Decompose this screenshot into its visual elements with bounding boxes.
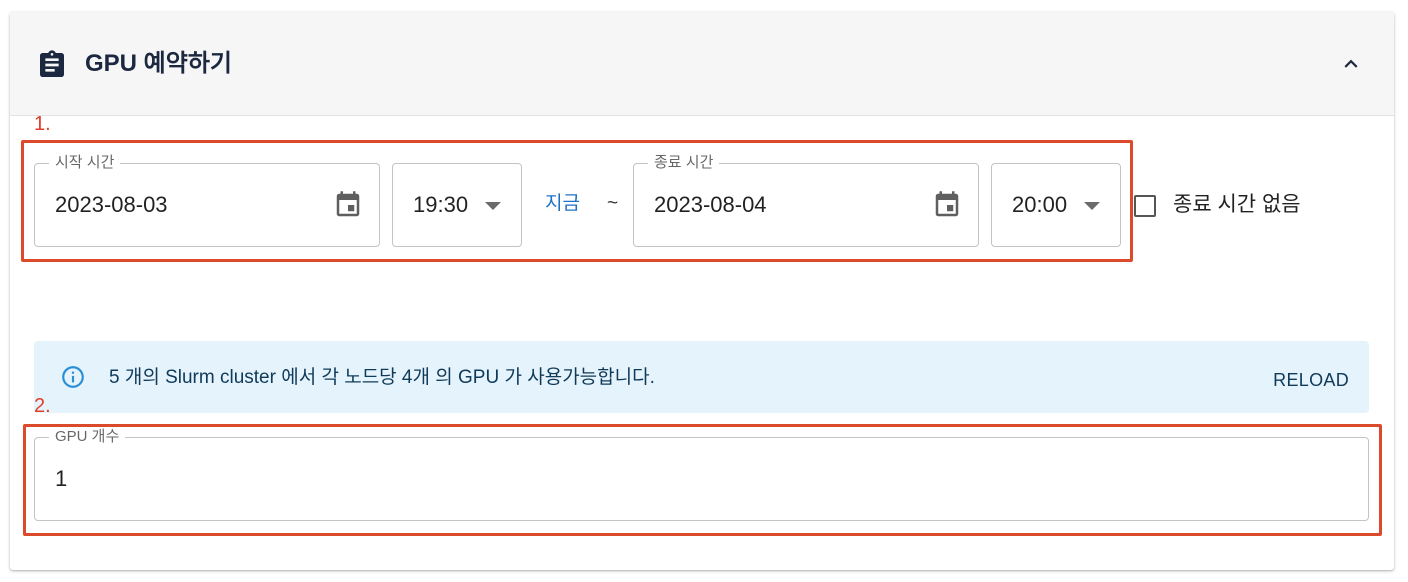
step-marker-1: 1. <box>34 113 51 135</box>
no-end-time-checkbox[interactable] <box>1134 195 1156 217</box>
start-date-value: 2023-08-03 <box>55 192 168 217</box>
page-title: GPU 예약하기 <box>85 50 232 77</box>
chevron-up-icon <box>1344 59 1358 68</box>
range-separator: ~ <box>607 193 619 214</box>
alert-message: 5 개의 Slurm cluster 에서 각 노드당 4개 의 GPU 가 사… <box>109 367 655 388</box>
gpu-count-field[interactable]: GPU 개수 1 <box>34 428 1369 521</box>
collapse-button[interactable] <box>1334 47 1368 81</box>
reload-button[interactable]: RELOAD <box>1273 368 1349 392</box>
end-date-value: 2023-08-04 <box>654 192 767 217</box>
end-time-value: 20:00 <box>1012 192 1068 217</box>
info-alert: 5 개의 Slurm cluster 에서 각 노드당 4개 의 GPU 가 사… <box>34 341 1369 413</box>
now-button[interactable]: 지금 <box>545 192 580 216</box>
end-date-label: 종료 시간 <box>648 154 720 172</box>
no-end-time-label[interactable]: 종료 시간 없음 <box>1173 192 1301 218</box>
start-time-select[interactable]: 19:30 <box>392 163 522 247</box>
info-icon <box>62 366 84 388</box>
end-time-select[interactable]: 20:00 <box>991 163 1121 247</box>
clipboard-icon <box>40 50 64 77</box>
start-date-field[interactable]: 시작 시간 2023-08-03 <box>34 154 380 247</box>
start-time-value: 19:30 <box>413 192 469 217</box>
end-date-field[interactable]: 종료 시간 2023-08-04 <box>633 154 979 247</box>
step-marker-2: 2. <box>34 395 51 417</box>
dropdown-arrow-icon <box>485 202 501 210</box>
start-date-label: 시작 시간 <box>49 154 121 172</box>
card-header[interactable]: GPU 예약하기 <box>10 12 1394 116</box>
calendar-icon[interactable] <box>932 190 962 220</box>
calendar-icon[interactable] <box>333 190 363 220</box>
dropdown-arrow-icon <box>1084 202 1100 210</box>
gpu-count-label: GPU 개수 <box>49 428 126 446</box>
gpu-count-value: 1 <box>55 466 68 491</box>
